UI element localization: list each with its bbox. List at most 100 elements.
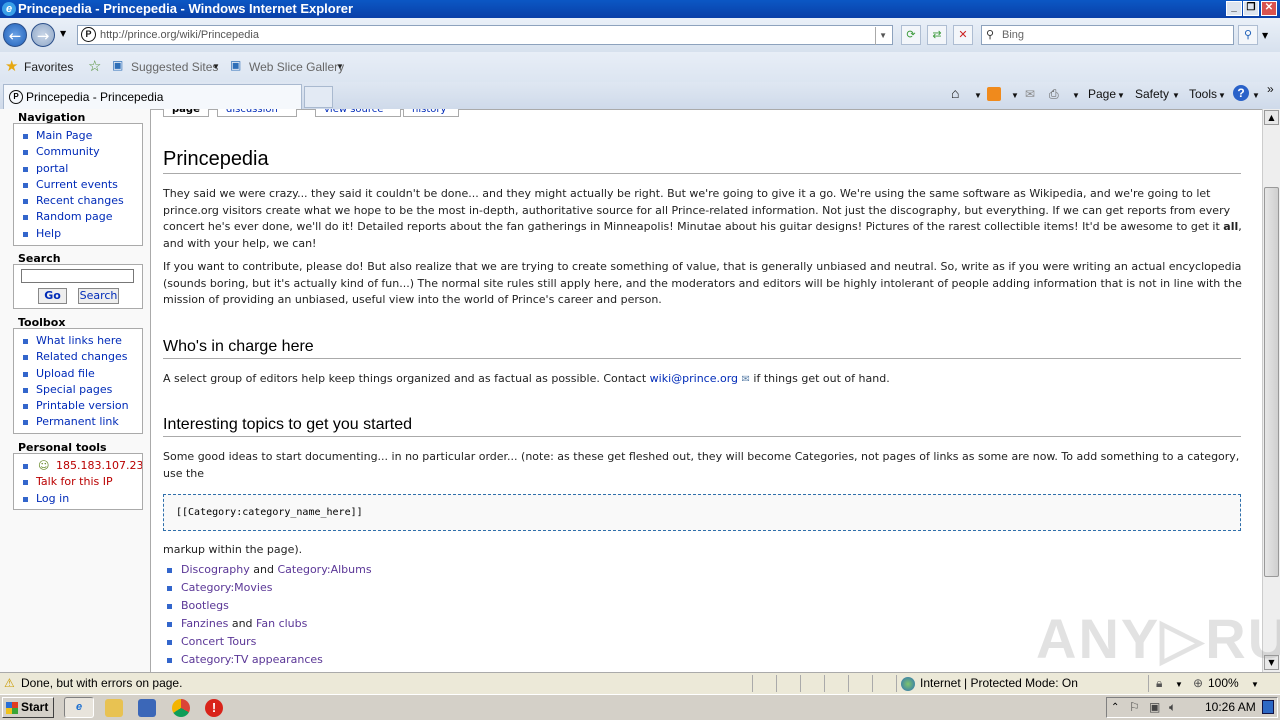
favorites-button[interactable]: Favorites <box>24 60 73 74</box>
tab-discussion[interactable]: discussion <box>217 109 297 117</box>
tab-view-source[interactable]: view source <box>315 109 401 117</box>
address-input[interactable]: P http://prince.org/wiki/Princepedia ▼ <box>77 25 893 45</box>
show-desktop-icon[interactable] <box>1262 700 1274 714</box>
search-input[interactable]: ⚲ Bing <box>981 25 1234 45</box>
tool-permanent-link[interactable]: Permanent link <box>14 414 142 430</box>
nav-current-events[interactable]: Current events <box>14 177 142 193</box>
help-icon[interactable]: ? <box>1233 85 1249 101</box>
go-button[interactable]: Go <box>38 288 67 304</box>
tray-expand-icon[interactable]: ⌃ <box>1111 698 1119 717</box>
stop-icon[interactable]: ✕ <box>953 25 973 45</box>
tools-dropdown-icon: ▼ <box>1218 91 1226 100</box>
topic-link[interactable]: Category:Albums <box>277 563 371 576</box>
intro-text: They said we were crazy... they said it … <box>163 187 1231 234</box>
topic-link[interactable]: Fanzines <box>181 617 228 630</box>
forward-button[interactable]: → <box>31 23 55 47</box>
nav-community-portal-cont[interactable]: portal <box>14 161 142 177</box>
nav-random-page[interactable]: Random page <box>14 209 142 225</box>
compat-view-icon[interactable]: ⟳ <box>901 25 921 45</box>
browser-tab[interactable]: P Princepedia - Princepedia <box>3 84 302 109</box>
tool-special-pages[interactable]: Special pages <box>14 382 142 398</box>
close-window-button[interactable]: ✕ <box>1261 1 1277 16</box>
protected-dropdown-icon[interactable]: ▼ <box>1175 674 1183 695</box>
start-button[interactable]: Start <box>2 697 54 718</box>
email-link[interactable]: wiki@prince.org <box>650 372 738 385</box>
topic-link[interactable]: Fan clubs <box>256 617 307 630</box>
tool-printable-version[interactable]: Printable version <box>14 398 142 414</box>
topic-sep: and <box>228 617 257 630</box>
nav-main-page[interactable]: Main Page <box>14 128 142 144</box>
scroll-up-icon[interactable]: ▲ <box>1264 110 1279 125</box>
ie-taskbar-icon[interactable]: e <box>64 697 94 718</box>
history-dropdown-icon[interactable]: ▼ <box>60 29 66 38</box>
personal-talk-link[interactable]: Talk for this IP <box>14 474 142 490</box>
feeds-icon[interactable] <box>987 87 1001 101</box>
tool-related-changes[interactable]: Related changes <box>14 349 142 365</box>
help-dropdown-icon[interactable]: ▼ <box>1252 91 1260 100</box>
zoom-level[interactable]: 100% <box>1208 673 1239 694</box>
topic-link[interactable]: Bootlegs <box>181 599 229 612</box>
intro-paragraph: They said we were crazy... they said it … <box>163 186 1243 253</box>
refresh-icon[interactable]: ⇄ <box>927 25 947 45</box>
volume-icon[interactable]: 🔈︎ <box>1169 698 1176 717</box>
topic-link[interactable]: Category:TV appearances <box>181 653 323 666</box>
chrome-taskbar-icon[interactable] <box>172 699 190 717</box>
print-icon[interactable]: ⎙ <box>1049 87 1059 102</box>
explorer-taskbar-icon[interactable] <box>105 699 123 717</box>
flag-icon[interactable]: ⚐ <box>1129 698 1140 717</box>
back-button[interactable]: ← <box>3 23 27 47</box>
topic-link[interactable]: Discography <box>181 563 250 576</box>
topics-intro: Some good ideas to start documenting... … <box>163 450 1240 480</box>
tool-upload-file[interactable]: Upload file <box>14 366 142 382</box>
search-go-icon[interactable]: ⚲ <box>1238 25 1258 45</box>
topic-link[interactable]: Concert Tours <box>181 635 256 648</box>
antivirus-taskbar-icon[interactable]: ! <box>205 699 223 717</box>
protected-mode-icon[interactable]: 🔒︎ <box>1156 673 1162 694</box>
windows-taskbar: Start e ! ⌃ ⚐ ▣ 🔈︎ 10:26 AM <box>0 694 1280 720</box>
tab-history[interactable]: history <box>403 109 459 117</box>
minimize-button[interactable]: _ <box>1226 1 1242 16</box>
media-player-taskbar-icon[interactable] <box>138 699 156 717</box>
zoom-icon[interactable]: ⊕ <box>1193 673 1203 694</box>
feeds-dropdown-icon[interactable]: ▼ <box>1011 91 1019 100</box>
topic-link[interactable]: Category:Movies <box>181 581 272 594</box>
nav-recent-changes[interactable]: Recent changes <box>14 193 142 209</box>
more-commands-icon[interactable]: » <box>1267 82 1274 96</box>
personal-login-link[interactable]: Log in <box>14 491 142 507</box>
safety-menu[interactable]: Safety <box>1135 87 1169 101</box>
zoom-dropdown-icon[interactable]: ▼ <box>1251 674 1259 695</box>
suggested-dropdown-icon[interactable]: ▼ <box>212 62 220 71</box>
vertical-scrollbar[interactable]: ▲ ▼ <box>1262 109 1280 672</box>
nav-community-portal[interactable]: Community <box>14 144 142 160</box>
personal-ip-link[interactable]: ☺ 185.183.107.23 <box>14 458 142 474</box>
gallery-dropdown-icon[interactable]: ▼ <box>336 62 344 71</box>
search-options-icon[interactable]: ▼ <box>1262 31 1268 40</box>
print-dropdown-icon[interactable]: ▼ <box>1072 91 1080 100</box>
suggested-sites-icon: ▣ <box>112 58 124 72</box>
page-menu[interactable]: Page <box>1088 87 1116 101</box>
address-url: http://prince.org/wiki/Princepedia <box>100 29 259 41</box>
address-dropdown-icon[interactable]: ▼ <box>875 27 890 45</box>
suggested-sites-link[interactable]: Suggested Sites <box>131 60 218 74</box>
search-button[interactable]: Search <box>78 288 119 304</box>
status-divider <box>896 675 897 692</box>
read-mail-icon[interactable]: ✉ <box>1025 87 1035 101</box>
site-favicon-icon: P <box>81 27 96 42</box>
add-favorites-icon[interactable]: ☆ <box>88 57 101 75</box>
web-slice-gallery-link[interactable]: Web Slice Gallery <box>249 60 344 74</box>
tab-page[interactable]: page <box>163 109 209 117</box>
restore-button[interactable]: ❐ <box>1243 1 1259 16</box>
warning-icon[interactable]: ⚠ <box>4 673 15 694</box>
tools-menu[interactable]: Tools <box>1189 87 1217 101</box>
home-icon[interactable]: ⌂ <box>951 85 959 101</box>
network-icon[interactable]: ▣ <box>1149 698 1160 717</box>
tab-label: Princepedia - Princepedia <box>26 90 164 104</box>
tool-what-links-here[interactable]: What links here <box>14 333 142 349</box>
wiki-search-input[interactable] <box>21 269 134 283</box>
charge-paragraph: A select group of editors help keep thin… <box>163 371 1243 389</box>
clock[interactable]: 10:26 AM <box>1205 698 1256 717</box>
new-tab-button[interactable] <box>304 86 333 108</box>
scroll-thumb[interactable] <box>1264 187 1279 577</box>
home-dropdown-icon[interactable]: ▼ <box>974 91 982 100</box>
nav-help[interactable]: Help <box>14 226 142 242</box>
